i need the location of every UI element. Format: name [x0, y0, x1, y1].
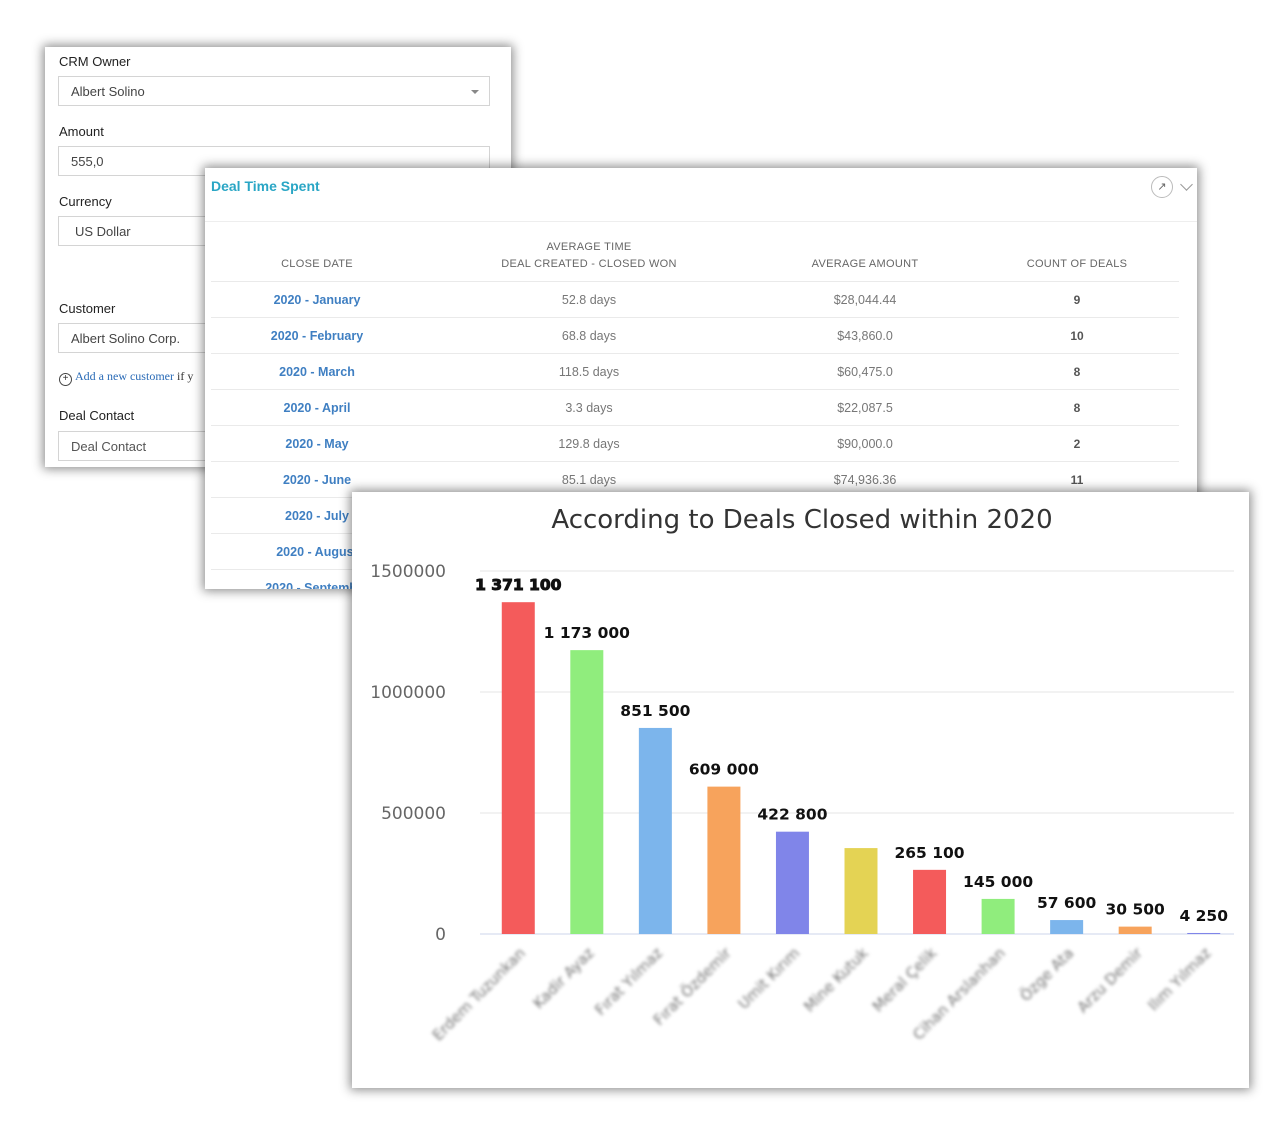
bar	[775, 831, 809, 934]
table-row: 2020 - March 118.5 days $60,475.0 8	[211, 353, 1179, 390]
bar-chart: According to Deals Closed within 2020 0 5…	[370, 505, 1234, 1044]
bar	[1050, 920, 1084, 934]
chart-title: According to Deals Closed within 2020	[551, 505, 1052, 535]
data-label: 609 000	[689, 761, 759, 779]
x-category-label: Arzu Demir	[1074, 944, 1147, 1017]
x-category-label: Fırat Yılmaz	[591, 944, 666, 1019]
bar	[1187, 932, 1221, 934]
table-row: 2020 - April 3.3 days $22,087.5 8	[211, 389, 1179, 426]
avg-time-cell: 118.5 days	[423, 353, 755, 390]
table-row: 2020 - February 68.8 days $43,860.0 10	[211, 317, 1179, 354]
panel-title: Deal Time Spent	[211, 178, 320, 194]
table-header-row: CLOSE DATE AVERAGE TIME DEAL CREATED - C…	[211, 228, 1179, 282]
avg-time-cell: 129.8 days	[423, 425, 755, 462]
bar	[707, 786, 741, 934]
table-row: 2020 - January 52.8 days $28,044.44 9	[211, 281, 1179, 318]
close-date-cell[interactable]: 2020 - May	[211, 425, 423, 462]
customer-value: Albert Solino Corp.	[71, 331, 181, 346]
x-category-label: Meral Çelik	[869, 944, 941, 1016]
avg-amount-cell: $60,475.0	[755, 353, 975, 390]
bar	[570, 650, 604, 934]
add-customer-suffix: if y	[176, 369, 194, 383]
deal-contact-label: Deal Contact	[59, 408, 135, 423]
col-count-of-deals[interactable]: COUNT OF DEALS	[975, 228, 1179, 282]
col-close-date[interactable]: CLOSE DATE	[211, 228, 423, 282]
x-category-label: Özge Ata	[1016, 943, 1078, 1005]
data-label: 57 600	[1037, 894, 1097, 912]
bar	[913, 869, 947, 934]
avg-amount-cell: $28,044.44	[755, 281, 975, 318]
currency-value: US Dollar	[75, 224, 131, 239]
x-category-label: Mine Kutuk	[800, 944, 872, 1016]
data-label: 422 800	[757, 806, 827, 824]
amount-label: Amount	[59, 124, 104, 139]
chevron-down-icon[interactable]	[1180, 178, 1193, 191]
table-row: 2020 - May 129.8 days $90,000.0 2	[211, 425, 1179, 462]
customer-label: Customer	[59, 301, 116, 316]
avg-amount-cell: $22,087.5	[755, 389, 975, 426]
data-label: 4 250	[1179, 907, 1228, 925]
x-category-label: Ilım Yılmaz	[1144, 944, 1214, 1014]
avg-amount-cell: $43,860.0	[755, 317, 975, 354]
bar	[1118, 926, 1152, 934]
count-cell: 9	[975, 281, 1179, 318]
x-category-label: Umit Kırım	[734, 944, 803, 1013]
add-customer-hint: + Add a new customer if y	[59, 369, 193, 386]
compress-icon[interactable]: ↗	[1151, 176, 1173, 198]
count-cell: 8	[975, 389, 1179, 426]
chevron-down-icon	[471, 90, 479, 94]
col-average-amount[interactable]: AVERAGE AMOUNT	[755, 228, 975, 282]
crm-owner-value: Albert Solino	[71, 84, 145, 99]
count-cell: 8	[975, 353, 1179, 390]
panel-header-divider	[205, 221, 1197, 222]
avg-time-cell: 68.8 days	[423, 317, 755, 354]
col-average-time-line2: DEAL CREATED - CLOSED WON	[501, 258, 677, 270]
col-average-time[interactable]: AVERAGE TIME DEAL CREATED - CLOSED WON	[423, 228, 755, 282]
x-category-label: Erdem Tuzunkan	[429, 944, 529, 1044]
deal-contact-placeholder: Deal Contact	[71, 439, 147, 454]
y-tick-label: 1000000	[370, 683, 446, 703]
avg-time-cell: 52.8 days	[423, 281, 755, 318]
count-cell: 10	[975, 317, 1179, 354]
bar	[638, 727, 672, 934]
close-date-cell[interactable]: 2020 - March	[211, 353, 423, 390]
count-cell: 2	[975, 425, 1179, 462]
close-date-cell[interactable]: 2020 - January	[211, 281, 423, 318]
close-date-cell[interactable]: 2020 - April	[211, 389, 423, 426]
add-circle-icon: +	[59, 373, 72, 386]
y-tick-label: 1500000	[370, 562, 446, 582]
deals-bar-chart-panel: According to Deals Closed within 2020 0 5…	[352, 492, 1249, 1088]
amount-value: 555,0	[71, 154, 104, 169]
avg-time-cell: 3.3 days	[423, 389, 755, 426]
data-label: 1 371 100	[475, 576, 562, 594]
avg-amount-cell: $90,000.0	[755, 425, 975, 462]
crm-owner-label: CRM Owner	[59, 54, 131, 69]
data-label: 265 100	[894, 844, 964, 862]
close-date-cell[interactable]: 2020 - February	[211, 317, 423, 354]
bar	[981, 898, 1015, 934]
y-tick-label: 0	[435, 925, 446, 945]
add-customer-link[interactable]: Add a new customer	[75, 369, 174, 383]
data-label: 851 500	[620, 702, 690, 720]
bar	[501, 602, 535, 934]
currency-label: Currency	[59, 194, 112, 209]
bar	[844, 848, 878, 934]
data-label: 145 000	[963, 873, 1033, 891]
data-label: 1 173 000	[544, 624, 631, 642]
y-tick-label: 500000	[381, 804, 446, 824]
col-average-time-line1: AVERAGE TIME	[546, 241, 632, 253]
x-category-label: Kadir Ayaz	[529, 944, 597, 1012]
crm-owner-select[interactable]: Albert Solino	[58, 76, 490, 106]
data-label: 30 500	[1106, 901, 1166, 919]
